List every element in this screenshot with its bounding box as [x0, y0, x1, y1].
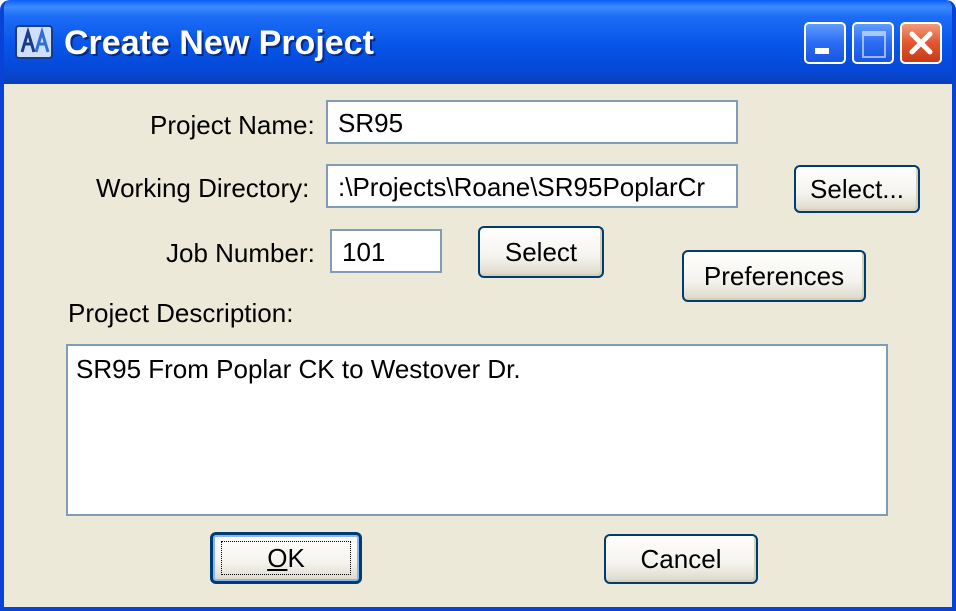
- working-directory-input[interactable]: :\Projects\Roane\SR95PoplarCr: [326, 164, 738, 208]
- project-name-label: Project Name:: [150, 110, 315, 140]
- maximize-button[interactable]: [852, 22, 894, 64]
- close-button[interactable]: [900, 22, 942, 64]
- focus-rectangle: [221, 541, 351, 575]
- cancel-button[interactable]: Cancel: [604, 534, 758, 584]
- create-new-project-dialog: Create New Project Project Name: SR95 Wo…: [0, 0, 956, 611]
- project-name-input[interactable]: SR95: [326, 100, 738, 144]
- close-icon: [909, 31, 933, 55]
- job-number-input[interactable]: 101: [330, 229, 442, 273]
- cancel-label: Cancel: [640, 544, 722, 574]
- preferences-label: Preferences: [703, 261, 845, 291]
- job-number-label: Job Number:: [166, 238, 315, 268]
- app-logo-icon: [14, 22, 54, 62]
- working-directory-select-label: Select...: [810, 174, 904, 204]
- preferences-button[interactable]: Preferences: [682, 250, 866, 302]
- working-directory-select-button[interactable]: Select...: [794, 165, 920, 213]
- job-number-select-button[interactable]: Select: [478, 226, 604, 278]
- ok-button[interactable]: OK: [210, 532, 362, 584]
- minimize-button[interactable]: [804, 22, 846, 64]
- project-description-textarea[interactable]: SR95 From Poplar CK to Westover Dr.: [66, 344, 888, 516]
- project-description-label: Project Description:: [68, 298, 294, 328]
- job-number-select-label: Select: [504, 237, 578, 267]
- working-directory-label: Working Directory:: [96, 173, 310, 203]
- window-title: Create New Project: [64, 24, 374, 62]
- title-bar[interactable]: Create New Project: [4, 0, 952, 84]
